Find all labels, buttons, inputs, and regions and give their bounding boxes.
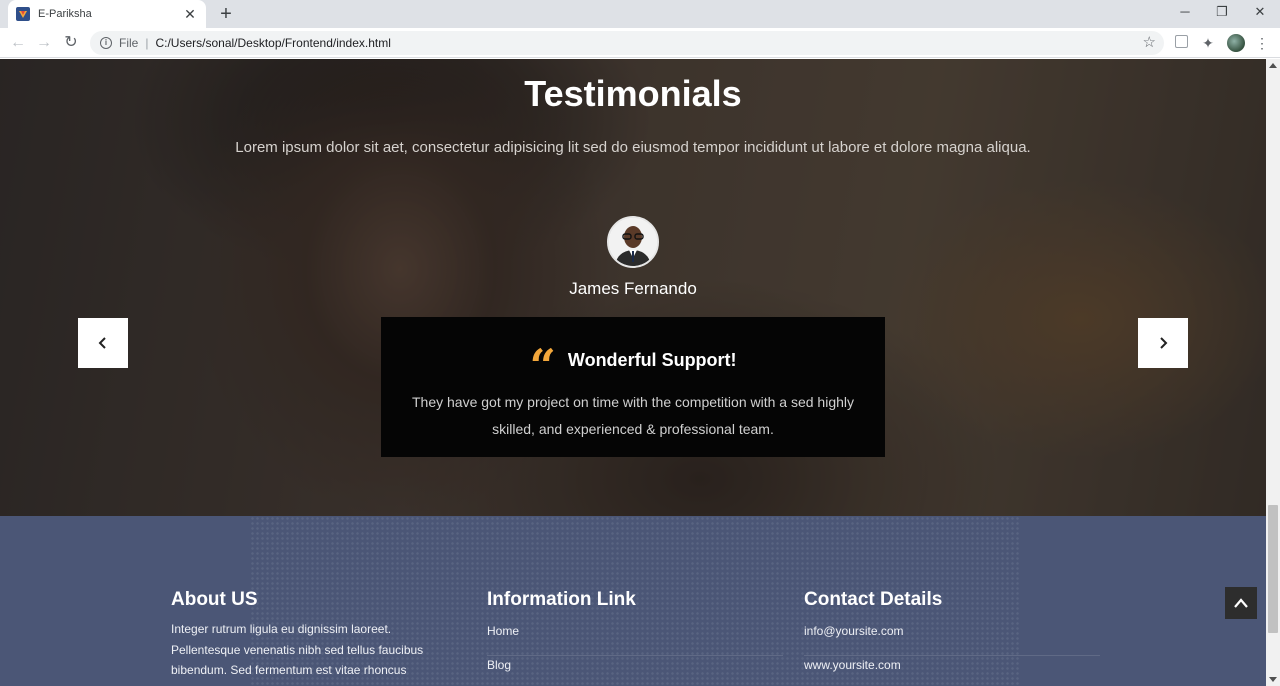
bookmark-star-icon[interactable]: ☆	[1143, 33, 1156, 51]
scrollbar-thumb[interactable]	[1268, 505, 1278, 633]
chevron-up-icon	[1234, 598, 1248, 608]
page-viewport: Testimonials Lorem ipsum dolor sit aet, …	[0, 59, 1266, 686]
profile-avatar-icon[interactable]	[1227, 34, 1245, 52]
browser-menu-icon[interactable]: ⋮	[1253, 34, 1271, 52]
new-tab-button[interactable]: +	[216, 3, 236, 25]
back-arrow-icon[interactable]: ←	[8, 33, 28, 53]
testimonials-section: Testimonials Lorem ipsum dolor sit aet, …	[0, 59, 1266, 516]
back-to-top-button[interactable]	[1225, 587, 1257, 619]
browser-toolbar: ← → ↻ i File | C:/Users/sonal/Desktop/Fr…	[0, 28, 1280, 58]
page-scrollbar[interactable]	[1266, 59, 1280, 686]
about-text: Integer rutrum ligula eu dignissim laore…	[171, 622, 424, 677]
restore-window-button[interactable]: ❐	[1210, 3, 1234, 21]
footer-link-blog[interactable]: Blog	[487, 656, 783, 686]
information-link-title: Information Link	[487, 589, 636, 610]
reload-icon[interactable]: ↻	[61, 33, 81, 53]
information-link-list: Home Blog	[487, 622, 783, 686]
tab-title: E-Pariksha	[38, 8, 92, 20]
close-tab-icon[interactable]: ✕	[182, 6, 198, 23]
address-bar[interactable]: i File | C:/Users/sonal/Desktop/Frontend…	[90, 31, 1164, 55]
contact-details-title: Contact Details	[804, 589, 943, 610]
extensions-puzzle-icon[interactable]: ✦	[1199, 34, 1217, 52]
browser-tab-strip: E-Pariksha ✕ + ─ ❐ ✕	[0, 0, 1280, 28]
close-window-button[interactable]: ✕	[1248, 3, 1272, 21]
chevron-right-icon	[1160, 337, 1168, 349]
url-scheme: File	[119, 36, 139, 50]
footer-link-home[interactable]: Home	[487, 622, 783, 656]
chevron-left-icon	[98, 337, 106, 349]
site-info-icon[interactable]: i	[100, 37, 112, 49]
testimonial-person-name: James Fernando	[569, 279, 697, 298]
url-separator: |	[145, 36, 149, 50]
browser-tab[interactable]: E-Pariksha ✕	[8, 0, 206, 28]
testimonials-subtitle: Lorem ipsum dolor sit aet, consectetur a…	[235, 139, 1031, 156]
carousel-next-button[interactable]	[1138, 318, 1188, 368]
testimonial-avatar	[607, 216, 659, 268]
quote-title: Wonderful Support!	[567, 349, 737, 370]
testimonials-title: Testimonials	[524, 73, 742, 114]
quote-text: They have got my project on time with th…	[412, 394, 854, 437]
scroll-up-arrow-icon[interactable]	[1269, 63, 1277, 68]
testimonial-quote-card: “ Wonderful Support! They have got my pr…	[381, 317, 885, 457]
contact-website[interactable]: www.yoursite.com	[804, 656, 1100, 686]
contact-details-list: info@yoursite.com www.yoursite.com	[804, 622, 1100, 686]
url-text[interactable]: C:/Users/sonal/Desktop/Frontend/index.ht…	[155, 36, 390, 50]
extension-icon[interactable]	[1172, 34, 1190, 52]
forward-arrow-icon[interactable]: →	[34, 33, 54, 53]
minimize-window-button[interactable]: ─	[1173, 3, 1197, 21]
quote-mark-icon: “	[529, 339, 556, 393]
about-title: About US	[171, 589, 258, 610]
person-avatar-icon	[609, 218, 657, 266]
scroll-down-arrow-icon[interactable]	[1269, 677, 1277, 682]
site-footer: About US Integer rutrum ligula eu dignis…	[0, 516, 1266, 686]
carousel-prev-button[interactable]	[78, 318, 128, 368]
contact-email[interactable]: info@yoursite.com	[804, 622, 1100, 656]
site-favicon-icon	[16, 7, 30, 21]
